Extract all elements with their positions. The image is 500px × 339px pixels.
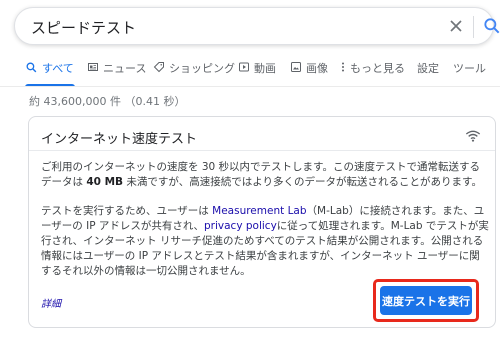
search-input[interactable]: スピードテスト — [31, 17, 136, 38]
run-speed-test-button[interactable]: 速度テストを実行 — [380, 286, 472, 315]
result-stats: 約 43,600,000 件 （0.41 秒） — [29, 95, 186, 108]
search-icon — [26, 62, 37, 73]
privacy-policy-link[interactable]: privacy policy — [204, 220, 277, 232]
paragraph-text: テストを実行するため、ユーザーは — [41, 205, 213, 217]
speed-test-description: ご利用のインターネットの速度を 30 秒以内でテストします。この速度テストで通常… — [41, 160, 489, 190]
paragraph-text: 未満ですが、高速接続ではより多くのデータが転送されることがあります。 — [123, 176, 482, 188]
tab-images[interactable]: 画像 — [290, 60, 328, 86]
tab-label: 画像 — [306, 62, 328, 75]
search-box[interactable]: スピードテスト — [14, 7, 500, 45]
tab-news[interactable]: ニュース — [87, 60, 146, 86]
tab-label: ニュース — [103, 62, 147, 75]
tab-label: ツール — [453, 62, 486, 75]
data-size: 40 MB — [86, 176, 124, 188]
wifi-icon — [465, 130, 481, 142]
measurement-lab-link[interactable]: Measurement Lab — [212, 205, 306, 217]
tab-label: 設定 — [417, 62, 439, 75]
tab-label: 動画 — [254, 62, 276, 75]
tab-label: ショッピング — [169, 62, 235, 75]
tab-tools[interactable]: ツール — [453, 60, 486, 86]
clear-icon[interactable] — [446, 16, 466, 36]
tabs-divider — [0, 86, 500, 87]
card-title: インターネット速度テスト — [41, 132, 198, 147]
more-vert-icon — [342, 62, 344, 72]
search-tabs: すべて ニュース ショッピング 動画 画像 もっと見る 設定 ツール — [0, 54, 500, 87]
tag-icon — [153, 62, 164, 73]
tab-more[interactable]: もっと見る — [340, 60, 405, 86]
details-link[interactable]: 詳細 — [41, 295, 61, 310]
tab-videos[interactable]: 動画 — [238, 60, 276, 86]
speed-test-card: インターネット速度テスト ご利用のインターネットの速度を 30 秒以内でテストし… — [28, 116, 496, 328]
card-divider — [29, 150, 495, 151]
tab-label: すべて — [42, 62, 74, 75]
tab-shopping[interactable]: ショッピング — [153, 60, 235, 86]
tab-settings[interactable]: 設定 — [417, 60, 439, 86]
search-icon[interactable] — [482, 16, 500, 36]
tab-label: もっと見る — [350, 62, 405, 75]
play-icon — [239, 62, 249, 72]
tab-all[interactable]: すべて — [25, 60, 74, 86]
search-divider — [473, 16, 474, 38]
news-icon — [88, 63, 98, 71]
image-icon — [291, 62, 301, 72]
privacy-notice: テストを実行するため、ユーザーは Measurement Lab（M-Lab）に… — [41, 204, 489, 279]
